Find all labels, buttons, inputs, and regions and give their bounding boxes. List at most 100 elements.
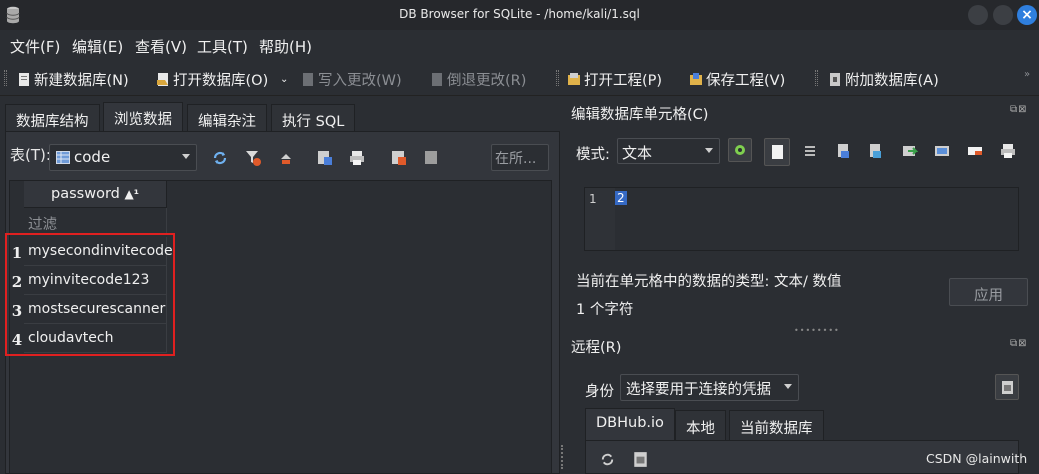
clear-filters-icon[interactable]	[244, 149, 262, 167]
apply-button[interactable]: 应用	[949, 278, 1028, 306]
menu-edit[interactable]: 编辑(E)	[72, 36, 123, 57]
dock-buttons-icon[interactable]: ⧉⊠	[1010, 338, 1028, 349]
save-project-icon	[690, 73, 702, 85]
line-number: 1	[585, 188, 615, 250]
mode-select[interactable]: 文本	[617, 138, 720, 164]
revert-changes-label: 倒退更改(R)	[447, 73, 527, 89]
table-label: 表(T):	[10, 146, 51, 164]
pane-splitter-handle[interactable]	[561, 445, 563, 469]
set-null-icon[interactable]	[900, 142, 918, 160]
tab-dbhub[interactable]: DBHub.io	[585, 408, 675, 441]
toolbar-grip[interactable]	[815, 70, 818, 86]
identity-settings-button[interactable]	[995, 374, 1019, 400]
highlight-annotation-box	[5, 233, 175, 356]
cell-editor-text[interactable]: 2	[615, 191, 627, 205]
chevron-down-icon	[182, 154, 190, 159]
open-project-button[interactable]: 打开工程(P)	[567, 69, 662, 90]
save-table-icon[interactable]	[316, 149, 334, 167]
table-select-value: code	[74, 148, 111, 166]
cell-editor[interactable]: 1 2	[584, 187, 1019, 251]
maximize-button[interactable]	[993, 5, 1013, 25]
table-select[interactable]: code	[49, 144, 197, 171]
new-database-label: 新建数据库(N)	[34, 73, 129, 89]
tab-execute-sql[interactable]: 执行 SQL	[271, 104, 356, 132]
dock-buttons-icon[interactable]: ⧉⊠	[1010, 104, 1028, 115]
tab-database-structure[interactable]: 数据库结构	[5, 104, 100, 132]
print-cell-icon[interactable]	[999, 142, 1017, 160]
image-icon[interactable]	[933, 142, 951, 160]
menu-bar: 文件(F) 编辑(E) 查看(V) 工具(T) 帮助(H)	[0, 30, 1039, 59]
table-icon	[56, 151, 70, 164]
revert-changes-icon	[432, 73, 442, 86]
write-changes-icon	[303, 73, 313, 86]
remote-title: 远程(R)	[571, 340, 622, 356]
document-icon	[772, 145, 783, 159]
write-changes-button[interactable]: 写入更改(W)	[301, 69, 402, 90]
menu-view[interactable]: 查看(V)	[135, 36, 187, 57]
minimize-button[interactable]	[968, 5, 988, 25]
column-header-password[interactable]: password ▲¹	[24, 181, 167, 208]
delete-record-icon[interactable]	[423, 149, 441, 167]
clear-cell-icon[interactable]	[966, 142, 984, 160]
sort-icon[interactable]	[277, 149, 295, 167]
identity-select[interactable]: 选择要用于连接的凭据	[620, 374, 799, 401]
chevron-down-icon	[705, 148, 713, 153]
data-type-info: 当前在单元格中的数据的类型: 文本/ 数值	[576, 274, 842, 290]
write-changes-label: 写入更改(W)	[318, 73, 402, 89]
menu-tools[interactable]: 工具(T)	[197, 36, 248, 57]
window-title: DB Browser for SQLite - /home/kali/1.sql	[399, 7, 640, 21]
toolbar-grip[interactable]	[556, 70, 559, 86]
word-wrap-button[interactable]	[764, 138, 790, 166]
filter-input[interactable]: 过滤	[24, 208, 167, 235]
cell-editor-content: 2	[615, 191, 627, 205]
save-project-label: 保存工程(V)	[706, 73, 786, 89]
open-project-label: 打开工程(P)	[584, 73, 663, 89]
column-header-label: password	[51, 186, 120, 202]
certificate-icon	[1002, 381, 1013, 394]
open-database-label: 打开数据库(O)	[173, 73, 269, 89]
identity-select-value: 选择要用于连接的凭据	[626, 382, 771, 398]
toolbar-overflow-icon[interactable]: »	[1024, 69, 1030, 80]
import-file-icon[interactable]	[835, 142, 853, 160]
tab-browse-data[interactable]: 浏览数据	[103, 102, 183, 133]
new-database-button[interactable]: 新建数据库(N)	[17, 69, 129, 90]
new-database-icon	[19, 73, 29, 86]
char-count: 1 个字符	[576, 302, 634, 318]
dock-splitter-handle[interactable]: ••••••••	[794, 326, 840, 335]
menu-file[interactable]: 文件(F)	[10, 36, 60, 57]
export-file-icon[interactable]	[867, 142, 885, 160]
insert-record-icon[interactable]	[390, 149, 408, 167]
open-database-dropdown-icon[interactable]: ⌄	[280, 74, 288, 85]
tab-edit-pragmas[interactable]: 编辑杂注	[187, 104, 267, 132]
search-all-input[interactable]: 在所...	[491, 144, 549, 171]
main-toolbar: 新建数据库(N) 打开数据库(O) ⌄ 写入更改(W) 倒退更改(R) 打开工程…	[0, 60, 1039, 96]
attach-database-button[interactable]: 附加数据库(A)	[828, 69, 939, 90]
tab-local[interactable]: 本地	[675, 410, 726, 440]
open-database-button[interactable]: 打开数据库(O)	[156, 69, 268, 90]
title-bar: DB Browser for SQLite - /home/kali/1.sql…	[0, 0, 1039, 30]
watermark: CSDN @lainwith	[926, 451, 1028, 466]
mode-label: 模式:	[576, 147, 610, 163]
gear-icon	[735, 145, 745, 155]
refresh-icon[interactable]	[599, 451, 616, 468]
sort-ascending-icon: ▲¹	[124, 187, 139, 201]
toolbar-grip[interactable]	[4, 70, 7, 86]
identity-label: 身份	[585, 384, 614, 400]
open-project-icon	[568, 73, 580, 85]
clone-database-icon[interactable]	[633, 451, 648, 468]
auto-mode-button[interactable]	[728, 138, 752, 162]
pane-splitter[interactable]	[560, 96, 564, 474]
revert-changes-button[interactable]: 倒退更改(R)	[430, 69, 526, 90]
edit-cell-title: 编辑数据库单元格(C)	[571, 107, 709, 123]
chevron-down-icon	[784, 384, 792, 389]
menu-help[interactable]: 帮助(H)	[259, 36, 312, 57]
indent-icon[interactable]	[801, 142, 819, 160]
mode-select-value: 文本	[622, 144, 653, 162]
refresh-icon[interactable]	[211, 149, 229, 167]
close-button[interactable]: ×	[1017, 5, 1037, 25]
tab-current-database[interactable]: 当前数据库	[729, 410, 824, 440]
print-icon[interactable]	[348, 149, 366, 167]
attach-database-label: 附加数据库(A)	[845, 73, 939, 89]
open-database-icon	[157, 73, 168, 86]
save-project-button[interactable]: 保存工程(V)	[689, 69, 785, 90]
